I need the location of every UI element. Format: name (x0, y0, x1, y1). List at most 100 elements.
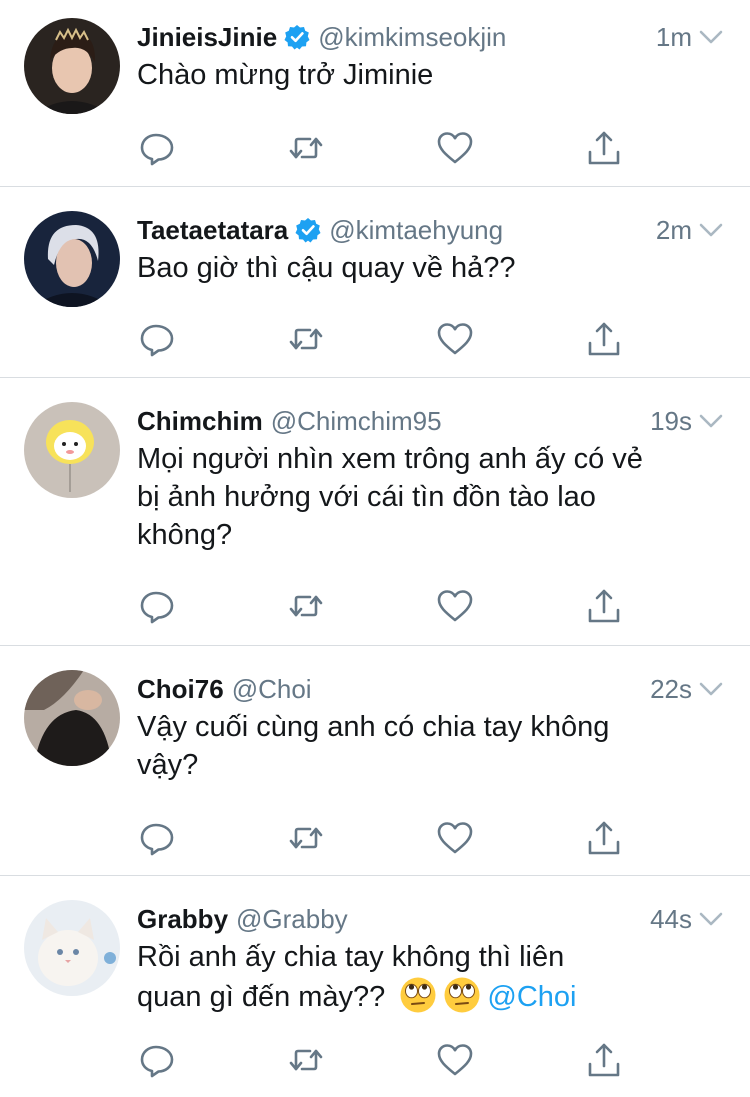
timestamp: 44s (650, 903, 692, 934)
retweet-icon (286, 586, 326, 626)
tweet-text: Vậy cuối cùng anh có chia tay không vậy? (137, 708, 724, 784)
chevron-down-icon[interactable] (698, 676, 724, 702)
reply-button[interactable] (137, 128, 177, 168)
tweet-actions (137, 586, 621, 626)
reply-button[interactable] (137, 818, 177, 858)
avatar[interactable] (24, 18, 120, 114)
reply-icon (137, 128, 177, 168)
chevron-down-icon[interactable] (698, 906, 724, 932)
tweet-text-line: Chào mừng trở Jiminie (137, 59, 434, 91)
tweet-text-line: vậy? (137, 749, 199, 781)
retweet-button[interactable] (286, 319, 326, 359)
retweet-button[interactable] (286, 1040, 326, 1080)
timestamp: 22s (650, 673, 692, 704)
mention-link[interactable]: @Choi (487, 981, 576, 1013)
tweet-actions (137, 128, 621, 168)
avatar-photo-taehyung (24, 211, 120, 307)
reply-icon (137, 586, 177, 626)
reply-button[interactable] (137, 1040, 177, 1080)
share-button[interactable] (584, 818, 624, 858)
share-button[interactable] (584, 319, 624, 359)
share-button[interactable] (584, 128, 624, 168)
retweet-icon (286, 818, 326, 858)
like-button[interactable] (435, 1040, 475, 1080)
share-icon (584, 319, 624, 359)
tweet[interactable]: JinieisJinie @kimkimseokjin 1m Chào mừng… (0, 0, 750, 187)
display-name[interactable]: Taetaetatara (137, 215, 288, 246)
tweet[interactable]: Choi76 @Choi 22s Vậy cuối cùng anh có ch… (0, 646, 750, 876)
tweet-text-line-with-emoji: quan gì đến mày?? @Choi (137, 976, 724, 1016)
retweet-button[interactable] (286, 128, 326, 168)
display-name[interactable]: Chimchim (137, 406, 263, 437)
tweet-text: Bao giờ thì cậu quay về hả?? (137, 249, 724, 287)
avatar[interactable] (24, 900, 120, 996)
like-icon (435, 319, 475, 359)
reply-button[interactable] (137, 319, 177, 359)
tweet-text: Mọi người nhìn xem trông anh ấy có vẻ bị… (137, 440, 724, 554)
retweet-button[interactable] (286, 586, 326, 626)
retweet-icon (286, 1040, 326, 1080)
tweet[interactable]: Taetaetatara @kimtaehyung 2m Bao giờ thì… (0, 187, 750, 378)
reply-icon (137, 1040, 177, 1080)
like-button[interactable] (435, 128, 475, 168)
avatar-white-cat (24, 900, 120, 996)
tweet-actions (137, 818, 621, 858)
like-icon (435, 1040, 475, 1080)
timestamp: 2m (655, 214, 692, 245)
tweet-actions (137, 1040, 621, 1080)
like-icon (435, 818, 475, 858)
avatar[interactable] (24, 402, 120, 498)
eye-roll-emoji-icon (443, 976, 481, 1014)
avatar[interactable] (24, 211, 120, 307)
avatar-yellow-balloon (24, 402, 120, 498)
like-button[interactable] (435, 818, 475, 858)
tweet[interactable]: Grabby @Grabby 44s Rồi anh ấy chia tay k… (0, 876, 750, 1097)
tweet-actions (137, 319, 621, 359)
timestamp: 19s (650, 405, 692, 436)
share-button[interactable] (584, 1040, 624, 1080)
avatar[interactable] (24, 670, 120, 766)
avatar-dark-photo (24, 670, 120, 766)
reply-icon (137, 319, 177, 359)
tweet-text-line: Vậy cuối cùng anh có chia tay không (137, 711, 610, 743)
chevron-down-icon[interactable] (698, 24, 724, 50)
verified-badge-icon (284, 24, 310, 50)
tweet-text: Rồi anh ấy chia tay không thì liên quan … (137, 938, 724, 1016)
avatar-photo-jin (24, 18, 120, 114)
share-button[interactable] (584, 586, 624, 626)
tweet-text-line: bị ảnh hưởng với cái tìn đồn tào lao (137, 481, 596, 513)
verified-badge-icon (295, 217, 321, 243)
retweet-icon (286, 128, 326, 168)
like-button[interactable] (435, 319, 475, 359)
share-icon (584, 128, 624, 168)
display-name[interactable]: Choi76 (137, 674, 224, 705)
share-icon (584, 818, 624, 858)
timestamp: 1m (655, 21, 692, 52)
like-button[interactable] (435, 586, 475, 626)
user-handle[interactable]: @Choi (232, 674, 312, 705)
tweet-text-line: Bao giờ thì cậu quay về hả?? (137, 252, 516, 284)
reply-button[interactable] (137, 586, 177, 626)
user-handle[interactable]: @Chimchim95 (271, 406, 442, 437)
tweet-text-line: Mọi người nhìn xem trông anh ấy có vẻ (137, 443, 643, 475)
retweet-icon (286, 319, 326, 359)
tweet-text-line: không? (137, 519, 233, 551)
display-name[interactable]: JinieisJinie (137, 22, 277, 53)
display-name[interactable]: Grabby (137, 904, 228, 935)
tweet[interactable]: Chimchim @Chimchim95 19s Mọi người nhìn … (0, 378, 750, 646)
tweet-text: Chào mừng trở Jiminie (137, 56, 724, 94)
user-handle[interactable]: @kimtaehyung (329, 215, 503, 246)
share-icon (584, 586, 624, 626)
chevron-down-icon[interactable] (698, 217, 724, 243)
tweet-feed: JinieisJinie @kimkimseokjin 1m Chào mừng… (0, 0, 750, 1097)
chevron-down-icon[interactable] (698, 408, 724, 434)
tweet-text-line: quan gì đến mày?? (137, 981, 386, 1013)
user-handle[interactable]: @Grabby (236, 904, 348, 935)
reply-icon (137, 818, 177, 858)
retweet-button[interactable] (286, 818, 326, 858)
like-icon (435, 128, 475, 168)
tweet-text-line: Rồi anh ấy chia tay không thì liên (137, 941, 565, 973)
eye-roll-emoji-icon (399, 976, 437, 1014)
share-icon (584, 1040, 624, 1080)
user-handle[interactable]: @kimkimseokjin (318, 22, 506, 53)
